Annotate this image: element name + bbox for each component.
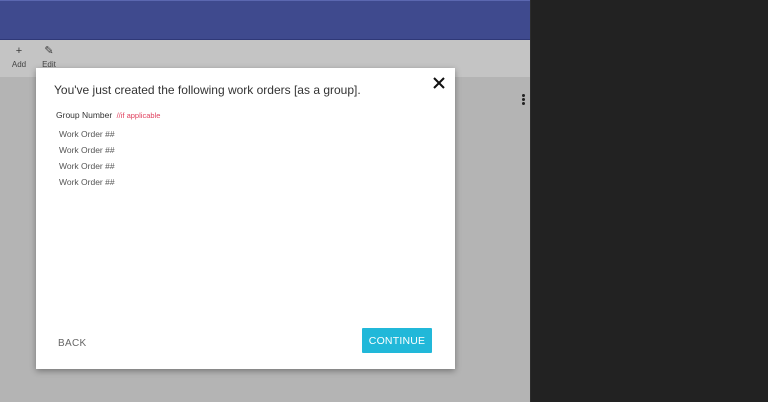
back-button[interactable]: BACK <box>58 338 86 349</box>
plus-icon: + <box>15 45 23 57</box>
edit-button[interactable]: ✎ Edit <box>34 44 64 70</box>
close-icon[interactable] <box>431 75 447 91</box>
right-pane <box>530 0 768 402</box>
work-orders-dialog: You've just created the following work o… <box>36 68 455 369</box>
add-button[interactable]: + Add <box>4 44 34 70</box>
work-order-item: Work Order ## <box>59 161 115 171</box>
group-number-note: //if applicable <box>116 111 161 120</box>
add-label: Add <box>11 60 27 69</box>
group-number-label: Group Number <box>56 110 113 120</box>
group-number-row: Group Number //if applicable <box>56 110 160 120</box>
continue-button[interactable]: CONTINUE <box>362 328 432 353</box>
work-order-item: Work Order ## <box>59 177 115 187</box>
dialog-title: You've just created the following work o… <box>54 83 361 97</box>
work-order-item: Work Order ## <box>59 129 115 139</box>
pencil-icon: ✎ <box>44 45 54 57</box>
app-bar <box>0 0 530 40</box>
work-order-list: Work Order ## Work Order ## Work Order #… <box>59 128 115 192</box>
work-order-item: Work Order ## <box>59 145 115 155</box>
more-vert-icon[interactable] <box>520 94 526 108</box>
